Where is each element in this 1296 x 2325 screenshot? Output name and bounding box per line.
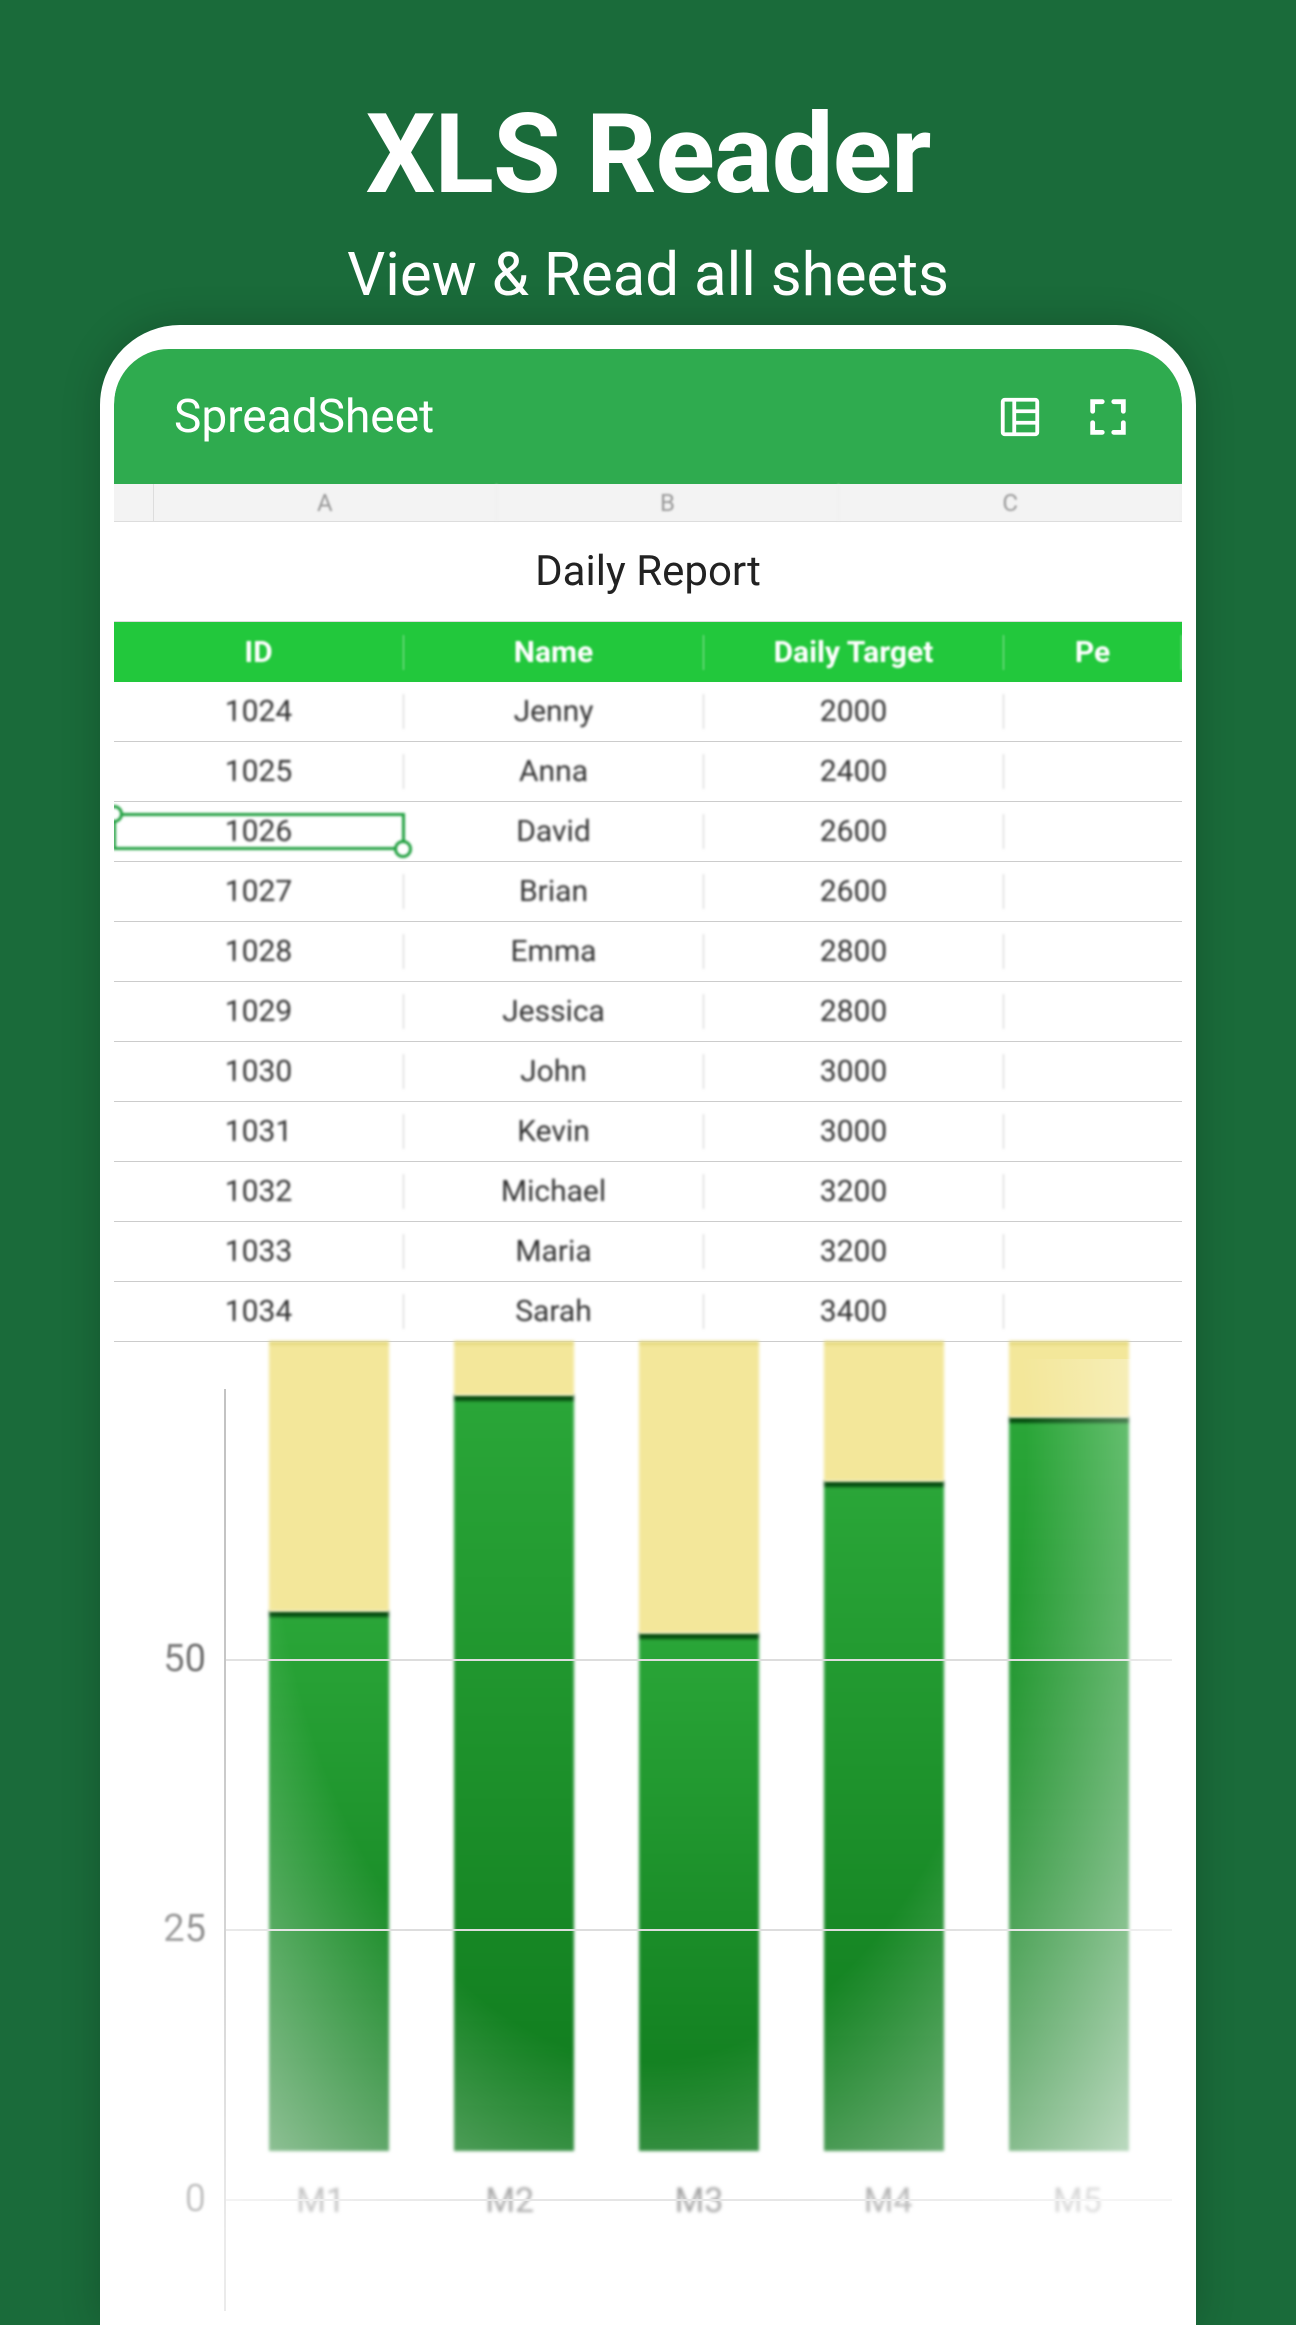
x-tick-label: M3 <box>639 2181 759 2221</box>
chart-y-axis: 0 25 50 <box>114 1389 224 2311</box>
cell-name[interactable]: Kevin <box>404 1114 704 1149</box>
chart-plot: M1 M2 M3 M4 M5 <box>224 1389 1172 2311</box>
cell-name[interactable]: Michael <box>404 1174 704 1209</box>
cell-name[interactable]: Emma <box>404 934 704 969</box>
cell-target[interactable]: 3000 <box>704 1114 1004 1149</box>
table-row[interactable]: 1026David2600 <box>114 802 1182 862</box>
column-headers: A B C <box>114 484 1182 522</box>
cell-target[interactable]: 2600 <box>704 814 1004 849</box>
cell-target[interactable]: 2000 <box>704 694 1004 729</box>
table-row[interactable]: 1032Michael3200 <box>114 1162 1182 1222</box>
x-tick-label: M5 <box>1017 2181 1137 2221</box>
cell-target[interactable]: 2600 <box>704 874 1004 909</box>
cell-name[interactable]: Jessica <box>404 994 704 1029</box>
cell-id[interactable]: 1030 <box>114 1054 404 1089</box>
outline-view-icon <box>997 394 1043 440</box>
col-header-c[interactable]: C <box>839 484 1182 521</box>
chart-bar <box>454 1341 574 2151</box>
th-name[interactable]: Name <box>404 635 704 670</box>
cell-target[interactable]: 3000 <box>704 1054 1004 1089</box>
cell-name[interactable]: Brian <box>404 874 704 909</box>
app-title: SpreadSheet <box>174 390 996 444</box>
table-row[interactable]: 1024Jenny2000 <box>114 682 1182 742</box>
sheet-title: Daily Report <box>114 522 1182 622</box>
cell-name[interactable]: David <box>404 814 704 849</box>
outline-view-button[interactable] <box>996 393 1044 441</box>
table-row[interactable]: 1034Sarah3400 <box>114 1282 1182 1342</box>
cell-name[interactable]: John <box>404 1054 704 1089</box>
hero-subtitle: View & Read all sheets <box>0 239 1296 310</box>
cell-target[interactable]: 2800 <box>704 934 1004 969</box>
chart-bar <box>824 1341 944 2151</box>
cell-target[interactable]: 2400 <box>704 754 1004 789</box>
cell-id[interactable]: 1027 <box>114 874 404 909</box>
y-tick-label: 0 <box>185 2177 206 2221</box>
cell-id[interactable]: 1031 <box>114 1114 404 1149</box>
cell-target[interactable]: 3200 <box>704 1234 1004 1269</box>
chart-bar <box>269 1341 389 2151</box>
cell-name[interactable]: Anna <box>404 754 704 789</box>
cell-id[interactable]: 1034 <box>114 1294 404 1329</box>
table-row[interactable]: 1028Emma2800 <box>114 922 1182 982</box>
th-id[interactable]: ID <box>114 635 404 670</box>
hero-title: XLS Reader <box>0 0 1296 219</box>
cell-name[interactable]: Jenny <box>404 694 704 729</box>
cell-id[interactable]: 1033 <box>114 1234 404 1269</box>
cell-name[interactable]: Sarah <box>404 1294 704 1329</box>
th-extra[interactable]: Pe <box>1004 635 1182 670</box>
table-row[interactable]: 1027Brian2600 <box>114 862 1182 922</box>
cell-id[interactable]: 1025 <box>114 754 404 789</box>
th-target[interactable]: Daily Target <box>704 635 1004 670</box>
chart-bar <box>639 1341 759 2151</box>
x-tick-label: M1 <box>261 2181 381 2221</box>
data-table: ID Name Daily Target Pe 1024Jenny2000102… <box>114 622 1182 1342</box>
table-header-row: ID Name Daily Target Pe <box>114 622 1182 682</box>
cell-id[interactable]: 1029 <box>114 994 404 1029</box>
fullscreen-icon <box>1085 394 1131 440</box>
cell-target[interactable]: 2800 <box>704 994 1004 1029</box>
table-row[interactable]: 1031Kevin3000 <box>114 1102 1182 1162</box>
col-header-a[interactable]: A <box>154 484 497 521</box>
table-row[interactable]: 1033Maria3200 <box>114 1222 1182 1282</box>
table-row[interactable]: 1029Jessica2800 <box>114 982 1182 1042</box>
fullscreen-button[interactable] <box>1084 393 1132 441</box>
y-tick-label: 25 <box>163 1907 206 1951</box>
cell-name[interactable]: Maria <box>404 1234 704 1269</box>
table-row[interactable]: 1025Anna2400 <box>114 742 1182 802</box>
cell-id[interactable]: 1024 <box>114 694 404 729</box>
x-tick-label: M2 <box>450 2181 570 2221</box>
cell-id[interactable]: 1028 <box>114 934 404 969</box>
cell-id[interactable]: 1026 <box>114 814 404 849</box>
chart-bar <box>1009 1341 1129 2151</box>
col-header-b[interactable]: B <box>497 484 840 521</box>
chart-area: 0 25 50 M1 M2 M3 M4 M5 <box>114 1359 1182 2311</box>
cell-target[interactable]: 3400 <box>704 1294 1004 1329</box>
app-bar: SpreadSheet <box>114 349 1182 484</box>
x-tick-label: M4 <box>828 2181 948 2221</box>
cell-target[interactable]: 3200 <box>704 1174 1004 1209</box>
cell-id[interactable]: 1032 <box>114 1174 404 1209</box>
y-tick-label: 50 <box>163 1637 206 1681</box>
phone-frame: SpreadSheet A B C Daily Report <box>100 325 1196 2325</box>
table-row[interactable]: 1030John3000 <box>114 1042 1182 1102</box>
